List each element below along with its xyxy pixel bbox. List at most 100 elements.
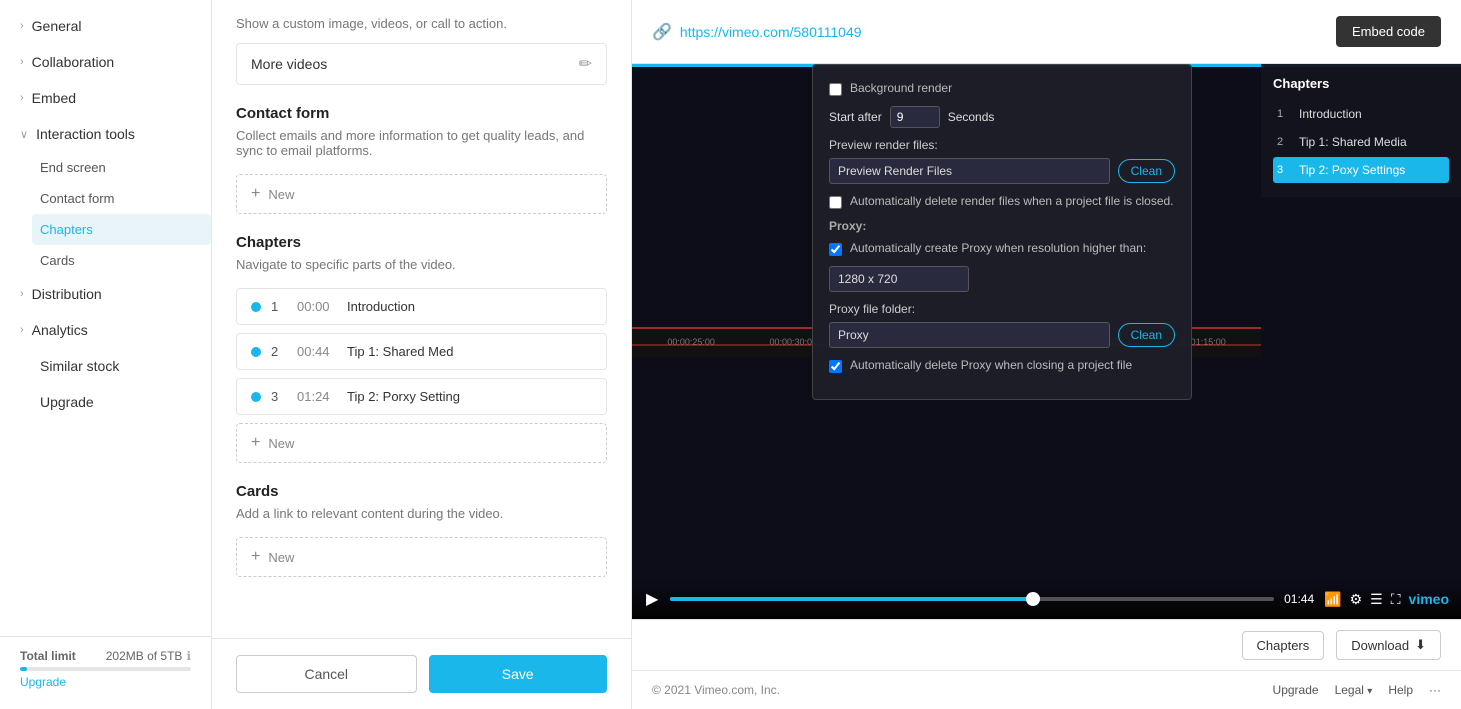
sidebar-item-contact-form[interactable]: Contact form [40,183,211,214]
download-button[interactable]: Download ⬇ [1336,630,1441,660]
more-icon[interactable]: ··· [1429,683,1441,697]
sidebar-item-label: Collaboration [32,54,115,70]
sidebar-item-general[interactable]: › General [0,8,211,44]
auto-delete-proxy-label: Automatically delete Proxy when closing … [850,358,1132,372]
chapters-overlay-item-1[interactable]: 1 Introduction [1273,101,1449,127]
background-render-row: Background render [829,81,1175,96]
sidebar-item-analytics[interactable]: › Analytics [0,312,211,348]
chapter-entry-title: Introduction [1299,107,1362,121]
upgrade-link[interactable]: Upgrade [20,675,191,689]
chapters-section: Chapters Navigate to specific parts of t… [236,234,607,463]
chapter-entry-num: 3 [1277,164,1291,176]
footer-legal-link[interactable]: Legal ▾ [1335,683,1373,697]
preview-clean-button[interactable]: Clean [1118,159,1175,183]
sidebar-item-cards[interactable]: Cards [40,245,211,276]
sidebar-item-label: Analytics [32,322,88,338]
sidebar-item-similar-stock[interactable]: Similar stock [0,348,211,384]
footer-help-link[interactable]: Help [1388,683,1413,697]
legal-chevron-icon: ▾ [1367,686,1372,697]
chapter-dot [251,347,261,357]
auto-delete-render-checkbox[interactable] [829,196,842,209]
proxy-resolution-select[interactable]: 1280 x 720 [829,266,969,292]
bars-icon[interactable]: 📶 [1324,591,1341,608]
settings-icon[interactable]: ⚙ [1350,591,1363,608]
sidebar: › General › Collaboration › Embed ∨ Inte… [0,0,212,709]
chapters-action-button[interactable]: Chapters [1242,631,1325,660]
chapters-overlay-item-3[interactable]: 3 Tip 2: Poxy Settings [1273,157,1449,183]
download-label: Download [1351,638,1409,653]
cards-title: Cards [236,483,607,500]
video-url-link[interactable]: https://vimeo.com/580111049 [680,24,862,40]
sidebar-item-collaboration[interactable]: › Collaboration [0,44,211,80]
video-progress-bar[interactable] [670,597,1274,601]
chapter-dot [251,302,261,312]
progress-fill [670,597,1032,601]
auto-proxy-checkbox[interactable] [829,243,842,256]
video-actions-bar: Chapters Download ⬇ [632,619,1461,670]
start-after-row: Start after Seconds [829,106,1175,128]
background-render-label: Background render [850,81,952,95]
auto-delete-render-row: Automatically delete render files when a… [829,194,1175,209]
embed-code-button[interactable]: Embed code [1336,16,1441,47]
list-icon[interactable]: ☰ [1370,591,1383,608]
sidebar-item-chapters[interactable]: Chapters [32,214,211,245]
contact-form-section: Contact form Collect emails and more inf… [236,105,607,214]
add-contact-form-button[interactable]: + New [236,174,607,214]
sidebar-item-end-screen[interactable]: End screen [40,152,211,183]
chapter-item-3[interactable]: 3 01:24 Tip 2: Porxy Setting [236,378,607,415]
storage-progress-fill [20,667,27,671]
chevron-right-icon: › [20,56,24,68]
sidebar-item-interaction-tools[interactable]: ∨ Interaction tools [0,116,211,152]
auto-delete-proxy-row: Automatically delete Proxy when closing … [829,358,1175,373]
chapter-entry-num: 1 [1277,108,1291,120]
add-card-button[interactable]: + New [236,537,607,577]
save-button[interactable]: Save [429,655,608,693]
edit-icon[interactable]: ✏ [579,54,592,74]
contact-form-desc: Collect emails and more information to g… [236,128,607,158]
plus-icon: + [251,185,260,203]
cancel-button[interactable]: Cancel [236,655,417,693]
proxy-section-label: Proxy: [829,219,1175,233]
auto-delete-proxy-checkbox[interactable] [829,360,842,373]
chevron-right-icon: › [20,324,24,336]
proxy-folder-label: Proxy file folder: [829,302,1175,316]
chapters-overlay-item-2[interactable]: 2 Tip 1: Shared Media [1273,129,1449,155]
start-after-label: Start after [829,110,882,124]
chevron-down-icon: ∨ [20,128,28,141]
proxy-folder-select[interactable]: Proxy [829,322,1110,348]
sidebar-item-upgrade[interactable]: Upgrade [0,384,211,420]
preview-render-row: Preview Render Files Clean [829,158,1175,184]
video-player-area: Background render Start after Seconds Pr… [632,64,1461,619]
video-timestamp: 01:44 [1284,592,1314,606]
preview-render-select[interactable]: Preview Render Files [829,158,1110,184]
plus-icon: + [251,548,260,566]
chapter-item-1[interactable]: 1 00:00 Introduction [236,288,607,325]
chapter-entry-title: Tip 1: Shared Media [1299,135,1407,149]
background-render-checkbox[interactable] [829,83,842,96]
chapters-video-overlay: Chapters 1 Introduction 2 Tip 1: Shared … [1261,64,1461,197]
video-controls-icons: 📶 ⚙ ☰ ⛶ vimeo [1324,591,1449,608]
chapter-num: 1 [271,299,287,314]
chapter-title: Introduction [347,299,415,314]
sidebar-item-embed[interactable]: › Embed [0,80,211,116]
proxy-clean-button[interactable]: Clean [1118,323,1175,347]
sidebar-item-distribution[interactable]: › Distribution [0,276,211,312]
end-screen-desc: Show a custom image, videos, or call to … [236,16,607,31]
footer-links: Upgrade Legal ▾ Help ··· [1273,683,1441,697]
footer-upgrade-link[interactable]: Upgrade [1273,683,1319,697]
link-icon: 🔗 [652,22,672,42]
start-after-input[interactable] [890,106,940,128]
expand-icon[interactable]: ⛶ [1391,591,1401,608]
chevron-right-icon: › [20,20,24,32]
right-panel: 🔗 https://vimeo.com/580111049 Embed code… [632,0,1461,709]
storage-value: 202MB of 5TB [106,649,183,663]
sidebar-footer: Total limit 202MB of 5TB ℹ Upgrade [0,636,211,701]
proxy-folder-select-wrap: Proxy [829,322,1110,348]
play-button[interactable]: ▶ [644,587,660,611]
plus-icon: + [251,434,260,452]
add-chapter-button[interactable]: + New [236,423,607,463]
url-left: 🔗 https://vimeo.com/580111049 [652,22,862,42]
video-url-bar: 🔗 https://vimeo.com/580111049 Embed code [632,0,1461,64]
contact-form-title: Contact form [236,105,607,122]
chapter-item-2[interactable]: 2 00:44 Tip 1: Shared Med [236,333,607,370]
